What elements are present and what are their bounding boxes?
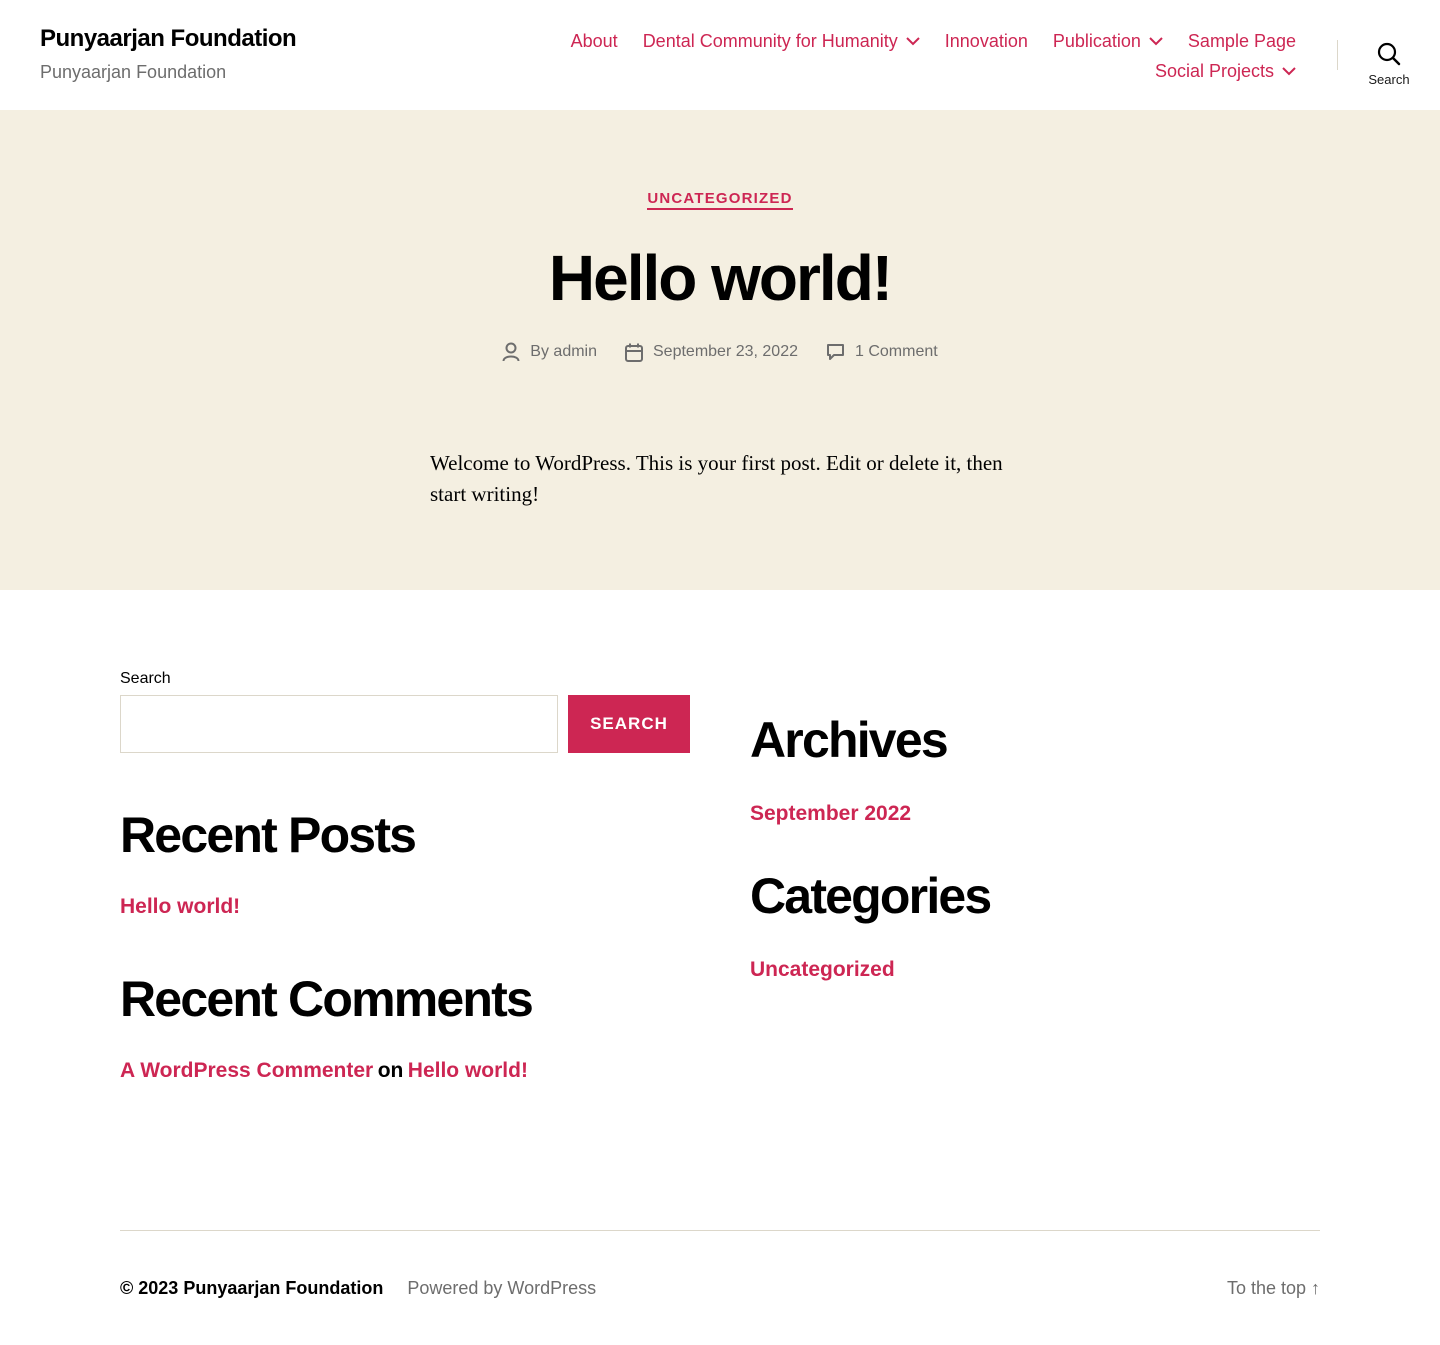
archives-list: September 2022: [750, 802, 1320, 826]
nav-row: About Dental Community for Humanity Inno…: [536, 28, 1296, 54]
footer-widgets-right: Archives September 2022 Categories Uncat…: [750, 670, 1320, 982]
category-link[interactable]: Uncategorized: [647, 190, 793, 210]
recent-posts-widget: Recent Posts Hello world!: [120, 805, 690, 919]
recent-comment-item: A WordPress Commenter on Hello world!: [120, 1059, 690, 1083]
comment-connector: on: [377, 1059, 404, 1082]
nav-item-sample-page[interactable]: Sample Page: [1188, 31, 1296, 52]
nav-item-social-projects[interactable]: Social Projects: [1155, 61, 1296, 82]
recent-comments-widget: Recent Comments A WordPress Commenter on…: [120, 969, 690, 1083]
to-top-link[interactable]: To the top ↑: [1227, 1278, 1320, 1299]
post-meta: By admin September 23, 2022 1 Comment: [0, 342, 1440, 362]
nav-item-publication[interactable]: Publication: [1053, 31, 1163, 52]
nav-item-innovation[interactable]: Innovation: [945, 31, 1028, 52]
categories-list: Uncategorized: [750, 958, 1320, 982]
search-button-label: Search: [590, 714, 668, 733]
powered-by-link[interactable]: Powered by WordPress: [407, 1278, 596, 1299]
nav-item-label: Dental Community for Humanity: [642, 30, 898, 51]
date-link[interactable]: September 23, 2022: [653, 343, 798, 361]
nav-item-about[interactable]: About: [571, 31, 618, 52]
nav-item-label: About: [570, 30, 618, 51]
nav-item-dental-community[interactable]: Dental Community for Humanity: [643, 31, 920, 52]
search-input[interactable]: [120, 695, 558, 753]
recent-comments-heading: Recent Comments: [120, 971, 534, 1027]
archive-link[interactable]: September 2022: [750, 802, 911, 826]
copyright: © 2023 Punyaarjan Foundation: [120, 1278, 383, 1299]
search-toggle-label: Search: [1368, 72, 1410, 87]
nav-row: Social Projects: [536, 58, 1296, 84]
nav-item-label: Social Projects: [1154, 60, 1274, 81]
site-title[interactable]: Punyaarjan Foundation: [40, 25, 297, 53]
header-divider: [1337, 40, 1338, 70]
search-widget: Search Search: [120, 670, 690, 753]
site-description: Punyaarjan Foundation: [40, 62, 227, 82]
search-row: Search: [120, 695, 690, 753]
footer-site-link[interactable]: Punyaarjan Foundation: [183, 1278, 383, 1298]
recent-post-link[interactable]: Hello world!: [120, 895, 240, 919]
site-footer: © 2023 Punyaarjan Foundation Powered by …: [120, 1275, 1320, 1301]
recent-posts-heading: Recent Posts: [120, 807, 417, 863]
primary-nav: About Dental Community for Humanity Inno…: [536, 28, 1296, 88]
chevron-down-icon[interactable]: [1149, 36, 1163, 46]
category-item-link[interactable]: Uncategorized: [750, 958, 895, 982]
comment-post-link[interactable]: Hello world!: [408, 1059, 528, 1083]
recent-posts-list: Hello world!: [120, 895, 690, 919]
search-button[interactable]: Search: [568, 695, 690, 753]
search-icon: [1377, 42, 1401, 66]
categories-widget: Categories Uncategorized: [750, 866, 1320, 982]
search-toggle-button[interactable]: Search: [1358, 40, 1420, 94]
user-icon: [502, 342, 520, 362]
entry-title: Hello world!: [548, 242, 893, 314]
comment-icon: [827, 344, 844, 360]
entry-content: Welcome to WordPress. This is your first…: [430, 451, 1003, 506]
archives-widget: Archives September 2022: [750, 670, 1320, 826]
comments-link[interactable]: 1 Comment: [855, 343, 938, 361]
post-author: By admin: [502, 342, 597, 362]
chevron-down-icon[interactable]: [1282, 66, 1296, 76]
search-label: Search: [120, 670, 171, 687]
archives-heading: Archives: [750, 712, 949, 768]
comment-author-link[interactable]: A WordPress Commenter: [120, 1059, 373, 1083]
footer-divider: [120, 1230, 1320, 1231]
post-comments: 1 Comment: [826, 343, 938, 361]
categories-heading: Categories: [750, 868, 992, 924]
category-label: Uncategorized: [647, 190, 793, 210]
post-date: September 23, 2022: [625, 343, 798, 362]
entry-header: Uncategorized Hello world! By admin Sept…: [0, 110, 1440, 590]
chevron-down-icon[interactable]: [906, 36, 920, 46]
author-prefix: By: [530, 343, 549, 360]
entry-category: Uncategorized: [0, 190, 1440, 210]
site-header: Punyaarjan Foundation Punyaarjan Foundat…: [0, 0, 1440, 110]
nav-item-label: Publication: [1052, 30, 1141, 51]
footer-widgets-left: Search Search Recent Posts Hello world! …: [120, 670, 690, 1083]
copyright-prefix: © 2023: [120, 1277, 179, 1298]
author-link[interactable]: admin: [553, 343, 597, 361]
nav-item-label: Sample Page: [1187, 30, 1296, 51]
nav-item-label: Innovation: [944, 30, 1028, 51]
calendar-icon: [625, 343, 643, 362]
